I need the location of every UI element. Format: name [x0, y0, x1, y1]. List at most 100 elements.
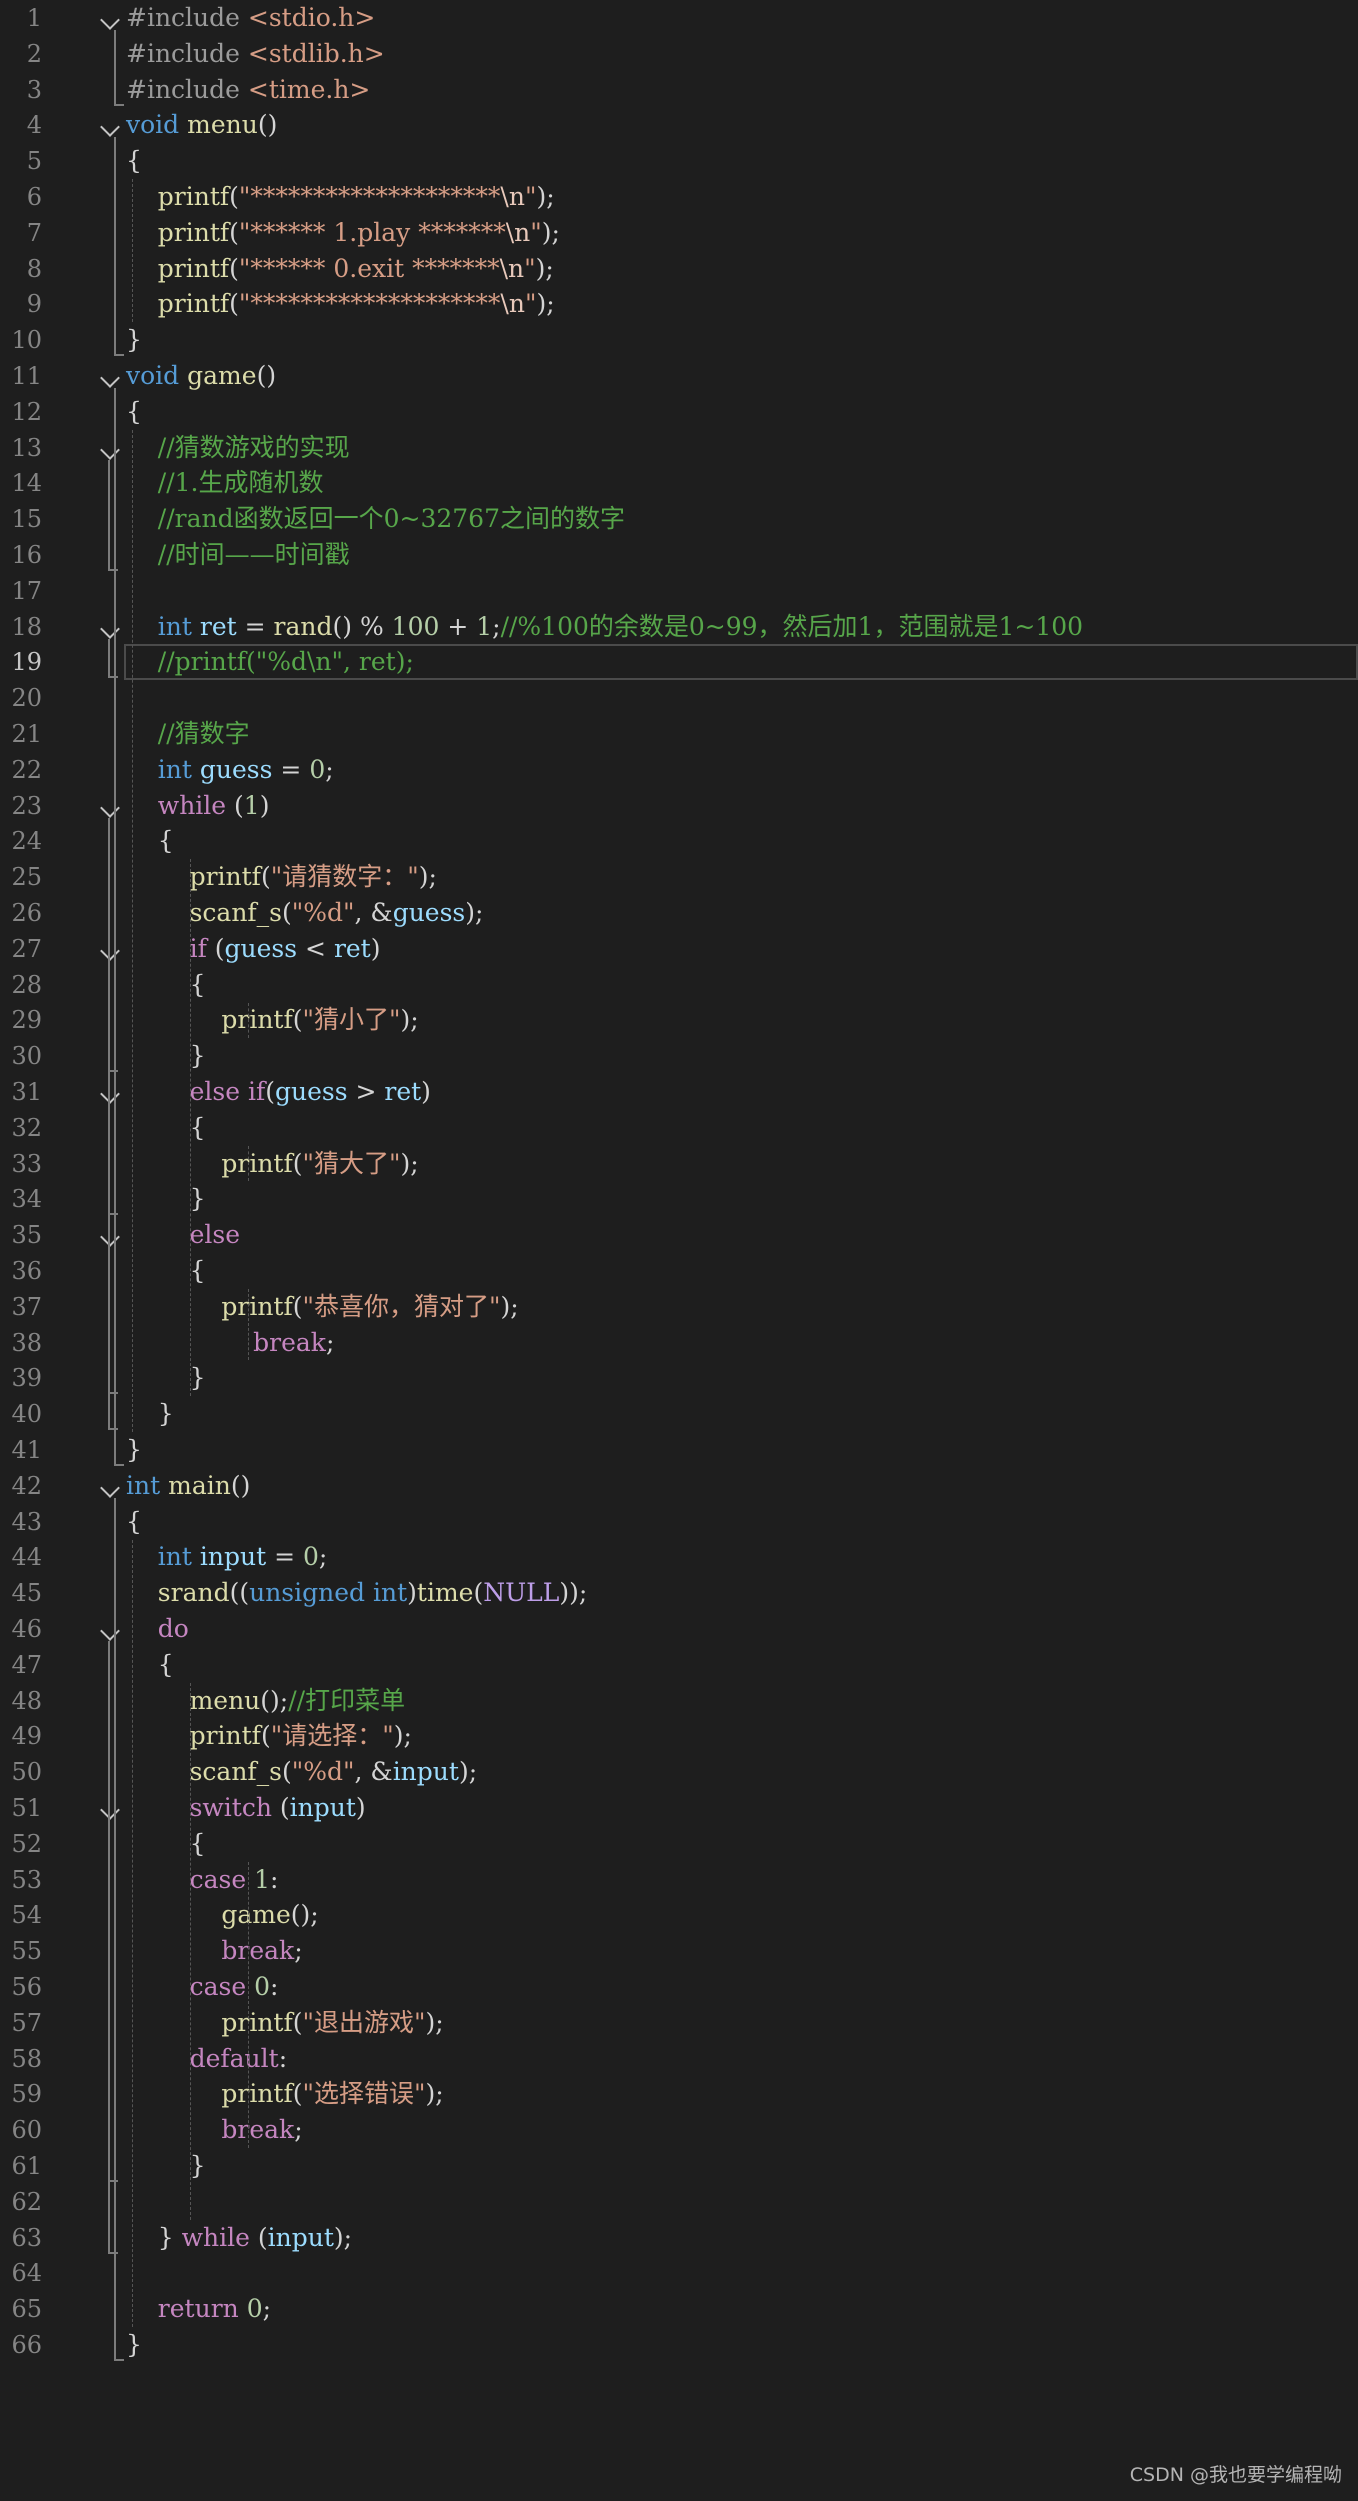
code-line[interactable]: 11 void game() — [0, 358, 1358, 394]
code-line[interactable]: 30 } — [0, 1038, 1358, 1074]
code-line[interactable]: 10} — [0, 322, 1358, 358]
code-text[interactable]: printf("请选择："); — [126, 1718, 412, 1754]
code-text[interactable]: int main() — [126, 1468, 250, 1504]
code-text[interactable]: { — [126, 1110, 206, 1146]
code-text[interactable]: printf("请猜数字："); — [126, 859, 437, 895]
code-text[interactable]: int ret = rand() % 100 + 1;//%100的余数是0~9… — [126, 609, 1083, 645]
code-line[interactable]: 9 printf("********************\n"); — [0, 286, 1358, 322]
code-line[interactable]: 6 printf("********************\n"); — [0, 179, 1358, 215]
code-line[interactable]: 26 scanf_s("%d", &guess); — [0, 895, 1358, 931]
code-text[interactable]: { — [126, 967, 206, 1003]
code-line[interactable]: 40 } — [0, 1396, 1358, 1432]
code-text[interactable]: { — [126, 1253, 206, 1289]
code-text[interactable]: break; — [126, 2112, 302, 2148]
code-line[interactable]: 63 } while (input); — [0, 2220, 1358, 2256]
code-line[interactable]: 22 int guess = 0; — [0, 752, 1358, 788]
code-line[interactable]: 13 //猜数游戏的实现 — [0, 430, 1358, 466]
code-text[interactable]: int guess = 0; — [126, 752, 334, 788]
code-text[interactable]: } — [126, 1396, 174, 1432]
code-text[interactable]: } while (input); — [126, 2220, 352, 2256]
code-text[interactable]: } — [126, 1181, 206, 1217]
code-text[interactable]: do — [126, 1611, 189, 1647]
code-text[interactable]: printf("猜大了"); — [126, 1146, 418, 1182]
code-text[interactable]: } — [126, 1360, 206, 1396]
code-line[interactable]: 51 switch (input) — [0, 1790, 1358, 1826]
fold-chevron-icon[interactable] — [100, 439, 120, 460]
code-text[interactable]: #include <stdio.h> — [126, 0, 375, 36]
code-line[interactable]: 45 srand((unsigned int)time(NULL)); — [0, 1575, 1358, 1611]
code-text[interactable]: printf("****** 1.play *******\n"); — [126, 215, 560, 251]
code-text[interactable]: } — [126, 2327, 142, 2363]
code-text[interactable]: return 0; — [126, 2291, 271, 2327]
code-text[interactable]: { — [126, 1826, 206, 1862]
code-text[interactable]: break; — [126, 1325, 334, 1361]
fold-chevron-icon[interactable] — [100, 1477, 120, 1498]
code-text[interactable]: while (1) — [126, 788, 270, 824]
code-text[interactable]: //时间——时间戳 — [126, 537, 350, 573]
code-text[interactable]: //猜数字 — [126, 716, 250, 752]
code-text[interactable]: { — [126, 143, 142, 179]
code-line[interactable]: 46 do — [0, 1611, 1358, 1647]
code-line[interactable]: 43 { — [0, 1504, 1358, 1540]
code-text[interactable]: printf("********************\n"); — [126, 179, 555, 215]
code-text[interactable]: printf("****** 0.exit *******\n"); — [126, 251, 554, 287]
code-line[interactable]: 59 printf("选择错误"); — [0, 2076, 1358, 2112]
code-line[interactable]: 53 case 1: — [0, 1862, 1358, 1898]
code-line[interactable]: 58 default: — [0, 2041, 1358, 2077]
code-text[interactable]: else — [126, 1217, 240, 1253]
code-line[interactable]: 55 break; — [0, 1933, 1358, 1969]
code-line[interactable]: 62 — [0, 2184, 1358, 2220]
code-line[interactable]: 23 while (1) — [0, 788, 1358, 824]
fold-chevron-icon[interactable] — [100, 10, 120, 30]
code-line[interactable]: 52 { — [0, 1826, 1358, 1862]
code-line[interactable]: 20 — [0, 680, 1358, 716]
code-line[interactable]: 34 } — [0, 1181, 1358, 1217]
code-text[interactable]: } — [126, 2148, 206, 2184]
code-line[interactable]: 1 #include <stdio.h> — [0, 0, 1358, 36]
code-text[interactable]: if (guess < ret) — [126, 931, 381, 967]
code-line[interactable]: 15 //rand函数返回一个0~32767之间的数字 — [0, 501, 1358, 537]
code-line[interactable]: 54 game(); — [0, 1897, 1358, 1933]
code-line[interactable]: 56 case 0: — [0, 1969, 1358, 2005]
code-text[interactable]: case 0: — [126, 1969, 279, 2005]
code-text[interactable]: //1.生成随机数 — [126, 465, 324, 501]
code-line[interactable]: 14 //1.生成随机数 — [0, 465, 1358, 501]
code-line[interactable]: 29 printf("猜小了"); — [0, 1002, 1358, 1038]
code-line[interactable]: 49 printf("请选择："); — [0, 1718, 1358, 1754]
code-text[interactable]: int input = 0; — [126, 1539, 328, 1575]
code-line[interactable]: 39 } — [0, 1360, 1358, 1396]
code-text[interactable]: printf("选择错误"); — [126, 2076, 443, 2112]
code-text[interactable]: } — [126, 1038, 206, 1074]
code-text[interactable]: printf("恭喜你，猜对了"); — [126, 1289, 518, 1325]
code-text[interactable]: scanf_s("%d", &guess); — [126, 895, 484, 931]
code-line[interactable]: 32 { — [0, 1110, 1358, 1146]
fold-chevron-icon[interactable] — [100, 618, 120, 639]
code-line[interactable]: 44 int input = 0; — [0, 1539, 1358, 1575]
fold-chevron-icon[interactable] — [100, 368, 120, 388]
code-line[interactable]: 3 #include <time.h> — [0, 72, 1358, 108]
code-line[interactable]: 57 printf("退出游戏"); — [0, 2005, 1358, 2041]
code-text[interactable]: //猜数游戏的实现 — [126, 430, 350, 466]
code-line[interactable]: 38 break; — [0, 1325, 1358, 1361]
code-line[interactable]: 66} — [0, 2327, 1358, 2363]
code-line[interactable]: 7 printf("****** 1.play *******\n"); — [0, 215, 1358, 251]
code-text[interactable]: { — [126, 823, 174, 859]
code-text[interactable]: case 1: — [126, 1862, 279, 1898]
code-text[interactable]: #include <time.h> — [126, 72, 370, 108]
code-text[interactable]: { — [126, 1647, 174, 1683]
code-line[interactable]: 60 break; — [0, 2112, 1358, 2148]
code-text[interactable]: //rand函数返回一个0~32767之间的数字 — [126, 501, 625, 537]
code-line[interactable]: 12 { — [0, 394, 1358, 430]
code-line[interactable]: 27 if (guess < ret) — [0, 931, 1358, 967]
code-line[interactable]: 47 { — [0, 1647, 1358, 1683]
code-line[interactable]: 37 printf("恭喜你，猜对了"); — [0, 1289, 1358, 1325]
code-text[interactable]: printf("********************\n"); — [126, 286, 555, 322]
code-text[interactable]: void menu() — [126, 107, 277, 143]
code-line[interactable]: 19 //printf("%d\n", ret); — [11, 644, 1358, 680]
code-line[interactable]: 61 } — [0, 2148, 1358, 2184]
code-line[interactable]: 31 else if(guess > ret) — [0, 1074, 1358, 1110]
fold-chevron-icon[interactable] — [100, 940, 120, 961]
code-line[interactable]: 8 printf("****** 0.exit *******\n"); — [0, 251, 1358, 287]
code-line[interactable]: 64 — [0, 2255, 1358, 2291]
code-line[interactable]: 48 menu();//打印菜单 — [0, 1683, 1358, 1719]
